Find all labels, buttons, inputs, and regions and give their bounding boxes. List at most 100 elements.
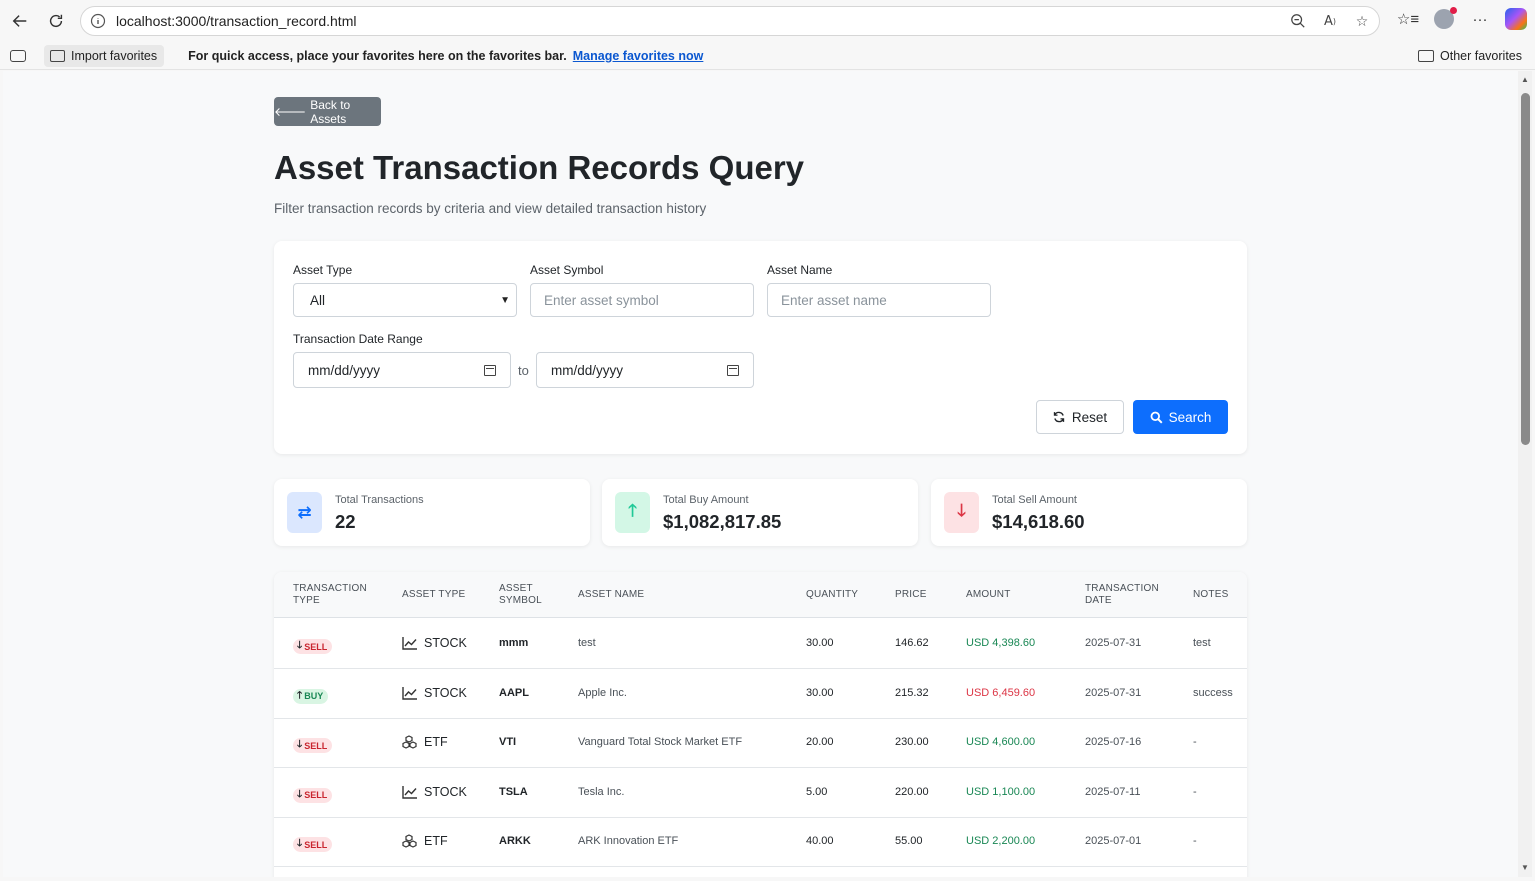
arrow-up-icon: 🡑	[615, 492, 650, 533]
price-cell: 220.00	[895, 785, 929, 798]
date-to-separator: to	[518, 363, 529, 378]
column-header[interactable]: ASSET NAME	[578, 589, 644, 601]
scroll-down-icon[interactable]: ▼	[1520, 863, 1530, 873]
arrow-left-icon: 🡐	[274, 105, 307, 119]
cubes-icon	[402, 735, 417, 749]
search-icon	[1150, 411, 1163, 423]
asset-type-cell: STOCK	[402, 785, 467, 799]
column-header[interactable]: NOTES	[1193, 589, 1228, 601]
table-row[interactable]: 🡓 SELL ETF VTI Vanguard Total Stock Market E…	[274, 718, 1247, 768]
date-from-input[interactable]: mm/dd/yyyy	[293, 352, 511, 388]
more-options-icon[interactable]: ···	[1469, 8, 1491, 30]
info-icon	[90, 13, 106, 29]
tab-actions-icon[interactable]	[10, 49, 26, 62]
scroll-up-icon[interactable]: ▲	[1520, 75, 1530, 85]
amount-cell: USD 4,600.00	[966, 736, 1036, 748]
price-cell: 230.00	[895, 736, 929, 748]
page-subtitle: Filter transaction records by criteria a…	[274, 201, 707, 216]
other-favorites-button[interactable]: Other favorites	[1418, 49, 1522, 63]
name-cell: Apple Inc.	[578, 686, 627, 699]
buy-badge: 🡑 BUY	[293, 688, 329, 704]
amount-cell: USD 2,200.00	[966, 835, 1036, 847]
column-header[interactable]: PRICE	[895, 589, 927, 601]
asset-type-label: STOCK	[424, 685, 467, 700]
notes-cell: test	[1193, 637, 1211, 649]
other-favorites-label: Other favorites	[1440, 48, 1522, 63]
column-header[interactable]: TRANSACTION TYPE	[293, 583, 373, 607]
stat-card-total-buy: 🡑 Total Buy Amount $1,082,817.85	[602, 479, 918, 546]
asset-symbol-input[interactable]: Enter asset symbol	[530, 283, 754, 317]
page-title: Asset Transaction Records Query	[274, 149, 805, 186]
manage-favorites-link[interactable]: Manage favorites now	[573, 49, 704, 63]
name-cell: Vanguard Total Stock Market ETF	[578, 736, 743, 748]
date-cell: 2025-07-11	[1085, 785, 1141, 798]
calendar-icon[interactable]	[484, 364, 496, 376]
chart-line-icon	[402, 686, 417, 700]
copilot-icon[interactable]	[1505, 8, 1527, 30]
date-from-value: mm/dd/yyyy	[308, 362, 381, 378]
page-scrollbar[interactable]: ▲ ▼	[1518, 71, 1532, 877]
arrow-left-icon	[12, 15, 27, 27]
calendar-icon[interactable]	[727, 364, 739, 376]
stat-label: Total Sell Amount	[992, 494, 1077, 506]
table-row[interactable]: 🡑 BUY STOCK AAPL Apple Inc. 30.00 215.32 USD 6,…	[274, 669, 1247, 719]
refresh-button[interactable]	[43, 8, 69, 34]
asset-symbol-label: Asset Symbol	[530, 263, 604, 277]
symbol-cell: VTI	[499, 736, 517, 748]
column-header[interactable]: AMOUNT	[966, 589, 1011, 601]
date-cell: 2025-07-31	[1085, 637, 1142, 649]
read-aloud-icon[interactable]: A)	[1321, 12, 1339, 30]
favorites-list-icon[interactable]: ☆≡	[1397, 8, 1419, 30]
exchange-icon: ⇄	[287, 492, 322, 533]
import-icon	[50, 49, 65, 62]
symbol-cell: AAPL	[499, 686, 529, 699]
address-bar[interactable]: localhost:3000/transaction_record.html A…	[80, 6, 1380, 36]
date-cell: 2025-07-31	[1085, 686, 1142, 699]
asset-type-select[interactable]: All ▼	[293, 283, 517, 317]
scroll-thumb[interactable]	[1521, 93, 1530, 445]
import-favorites-button[interactable]: Import favorites	[44, 44, 165, 67]
reset-label: Reset	[1071, 409, 1108, 425]
asset-type-cell: ETF	[402, 834, 448, 848]
arrow-down-icon: 🡓	[297, 838, 303, 849]
transaction-type: BUY	[304, 691, 324, 701]
transactions-table: TRANSACTION TYPE ASSET TYPE ASSET SYMBOL…	[274, 572, 1247, 877]
column-header[interactable]: QUANTITY	[806, 589, 858, 601]
sell-badge: 🡓 SELL	[293, 787, 333, 803]
symbol-cell: ARKK	[499, 835, 531, 847]
asset-name-input[interactable]: Enter asset name	[767, 283, 991, 317]
back-to-assets-button[interactable]: 🡐 Back to Assets	[274, 97, 381, 126]
date-to-input[interactable]: mm/dd/yyyy	[536, 352, 754, 388]
arrow-down-icon: 🡓	[297, 640, 303, 651]
chart-line-icon	[402, 637, 417, 650]
name-cell: Tesla Inc.	[578, 785, 625, 798]
stat-card-total-sell: 🡓 Total Sell Amount $14,618.60	[931, 479, 1247, 546]
table-row[interactable]: 🡓 SELL ETF ARKK ARK Innovation ETF 40.00 55.00…	[274, 817, 1247, 867]
back-nav-button[interactable]	[7, 8, 33, 34]
import-favorites-label: Import favorites	[71, 48, 158, 63]
asset-type-label: STOCK	[424, 784, 467, 799]
stat-value: 22	[335, 511, 356, 532]
profile-avatar[interactable]	[1433, 7, 1457, 30]
column-header[interactable]: ASSET TYPE	[402, 589, 465, 601]
search-button[interactable]: Search	[1133, 400, 1228, 434]
notes-cell: success	[1193, 686, 1233, 699]
column-header[interactable]: TRANSACTION DATE	[1085, 583, 1165, 607]
sell-badge: 🡓 SELL	[293, 837, 333, 852]
table-row[interactable]: 🡓 SELL STOCK mmm test 30.00 146.62 USD 4,398.60…	[274, 619, 1247, 669]
cubes-icon	[402, 834, 417, 848]
stat-value: $14,618.60	[992, 511, 1085, 532]
refresh-icon	[1053, 411, 1065, 423]
sell-badge: 🡓 SELL	[293, 738, 333, 753]
column-header[interactable]: ASSET SYMBOL	[499, 583, 549, 607]
table-header: TRANSACTION TYPE ASSET TYPE ASSET SYMBOL…	[274, 572, 1247, 618]
asset-type-cell: STOCK	[402, 636, 467, 650]
zoom-icon[interactable]	[1289, 12, 1307, 30]
asset-type-label: STOCK	[424, 636, 467, 650]
table-row[interactable]: 🡓 SELL STOCK TSLA Tesla Inc. 5.00 220.00 USD 1,…	[274, 768, 1247, 818]
reset-button[interactable]: Reset	[1036, 400, 1124, 434]
price-cell: 215.32	[895, 686, 929, 699]
symbol-cell: TSLA	[499, 785, 528, 798]
favorite-star-icon[interactable]: ☆	[1353, 12, 1371, 30]
arrow-up-icon: 🡑	[297, 689, 303, 701]
